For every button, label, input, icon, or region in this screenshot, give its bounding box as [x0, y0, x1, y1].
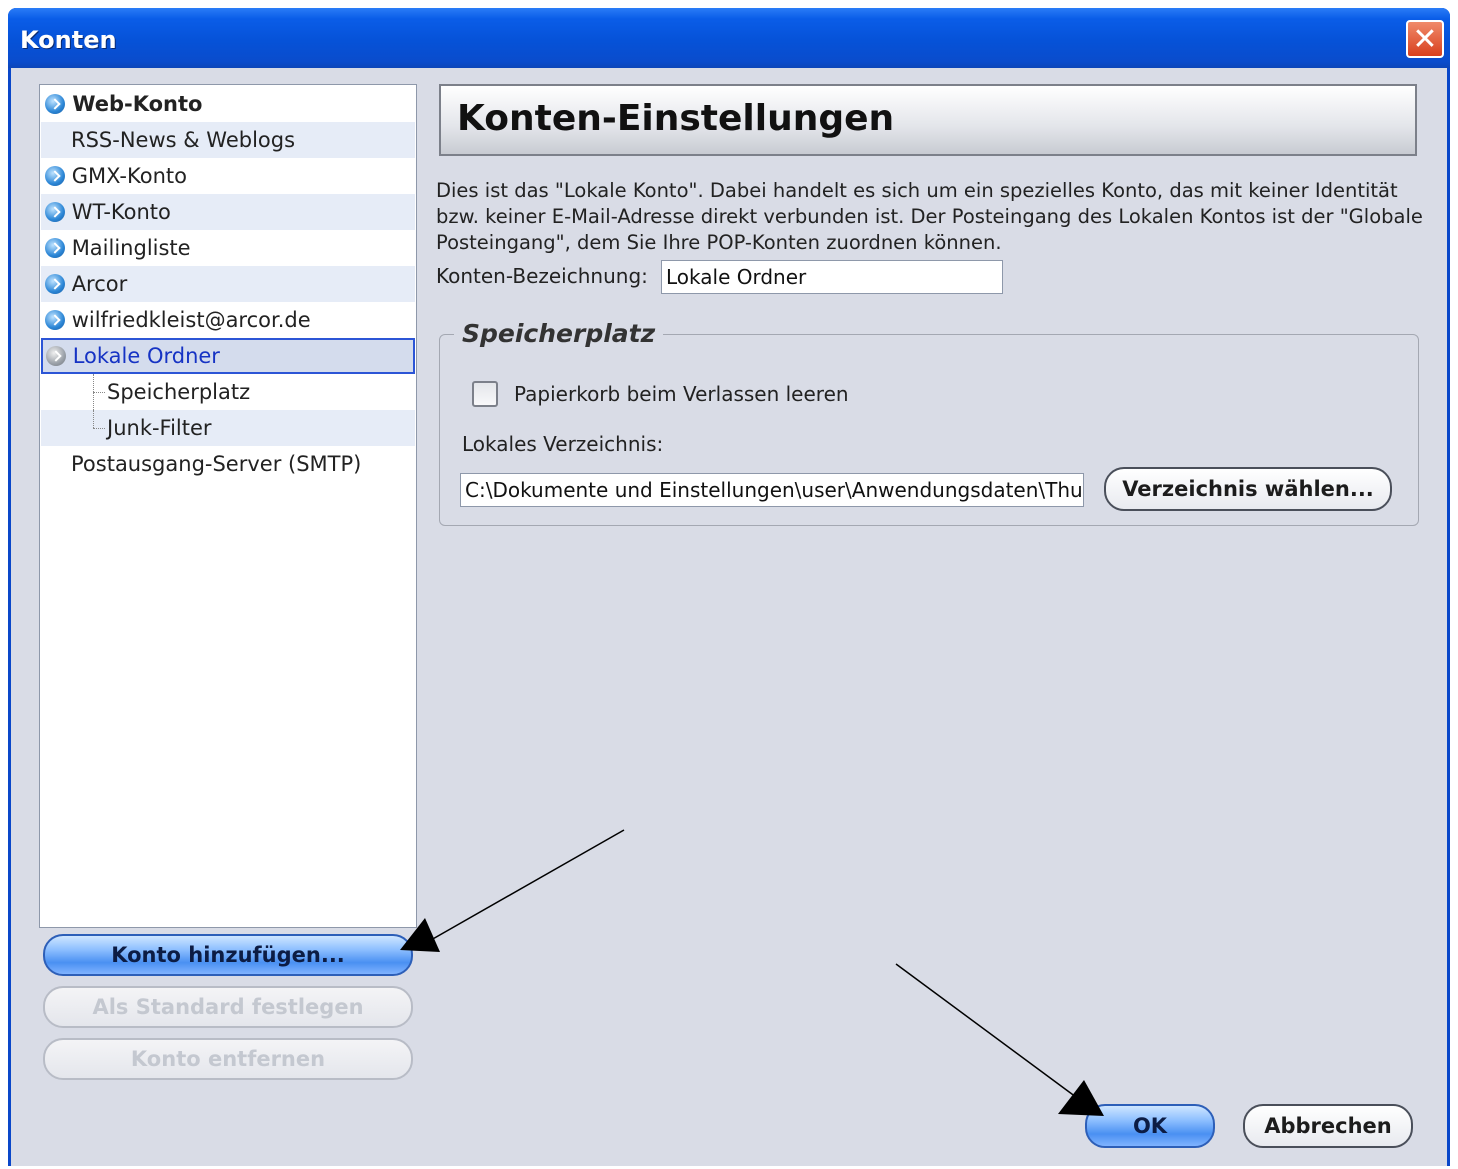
annotation-arrows: [400, 829, 1104, 1116]
arrow-to-ok: [895, 963, 1081, 1101]
arrowhead-add-account: [400, 918, 440, 952]
arrow-to-add-account: [423, 829, 625, 945]
arrowhead-ok: [1058, 1080, 1104, 1116]
